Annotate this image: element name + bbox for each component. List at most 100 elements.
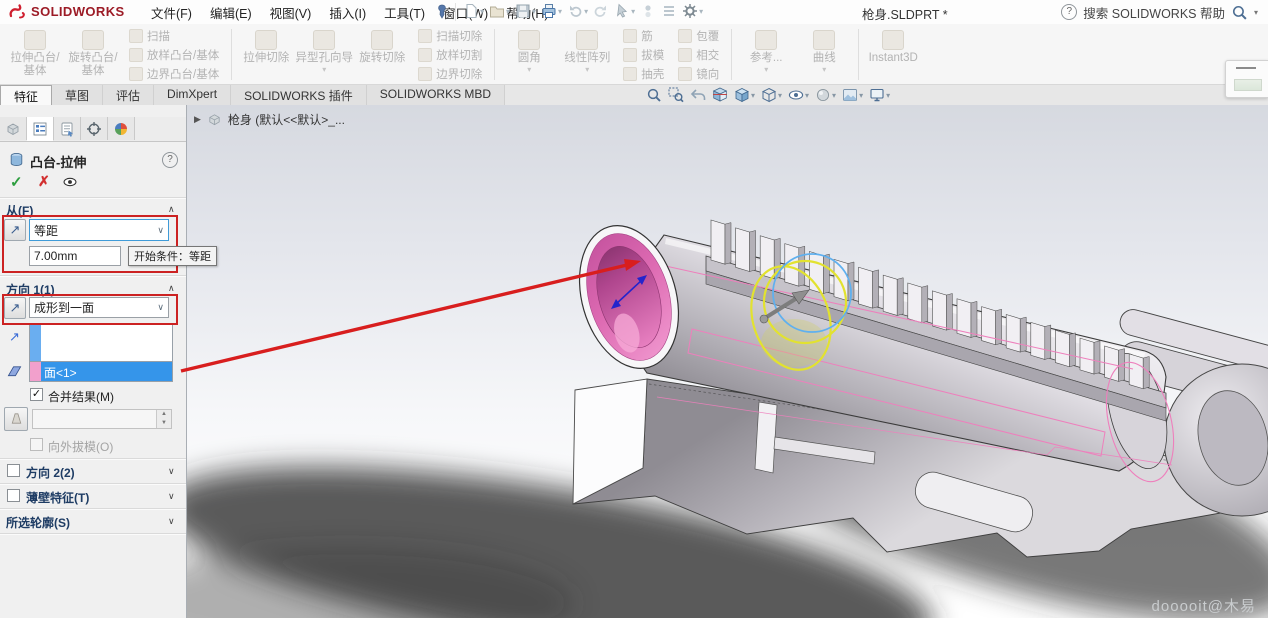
draft-button[interactable] xyxy=(4,407,28,431)
boundary-cut-button[interactable]: 边界切除 xyxy=(418,66,482,82)
options-button[interactable]: ▾ xyxy=(681,2,704,20)
tab-特征[interactable]: 特征 xyxy=(0,85,52,105)
ok-button[interactable]: ✓ xyxy=(10,173,23,191)
rib-button[interactable]: 筋 xyxy=(623,28,664,44)
merge-result-checkbox[interactable]: ✓ xyxy=(30,388,43,401)
dropdown-caret-icon[interactable]: ▾ xyxy=(532,7,536,16)
direction2-checkbox[interactable] xyxy=(7,464,20,477)
boundary-boss-button[interactable]: 边界凸台/基体 xyxy=(129,66,219,82)
dropdown-caret-icon[interactable]: ▾ xyxy=(822,66,826,73)
mirror-button[interactable]: 镜向 xyxy=(678,66,719,82)
direction-reference-box[interactable] xyxy=(29,324,173,362)
fillet-button[interactable]: 圆角▾ xyxy=(500,26,558,83)
tab-SOLIDWORKS MBD[interactable]: SOLIDWORKS MBD xyxy=(367,85,505,105)
dropdown-caret-icon[interactable]: ▾ xyxy=(699,7,703,16)
start-condition-dropdown[interactable]: 等距 ∨ xyxy=(29,219,169,241)
model-canvas[interactable] xyxy=(187,105,1268,618)
dropdown-caret-icon[interactable]: ▾ xyxy=(506,7,510,16)
spinner-arrows[interactable]: ▲▼ xyxy=(156,410,171,428)
tree-item-label[interactable]: 枪身 (默认<<默认>_... xyxy=(228,111,345,128)
direction1-section-header[interactable]: 方向 1(1) xyxy=(6,281,55,298)
pin-icon[interactable] xyxy=(435,4,449,24)
search-label[interactable]: 搜索 SOLIDWORKS 帮助 xyxy=(1083,3,1225,22)
dropdown-caret-icon[interactable]: ▾ xyxy=(764,66,768,73)
from-collapse-icon[interactable]: ∧ xyxy=(168,204,175,215)
tree-expand-icon[interactable]: ▶ xyxy=(194,114,201,125)
preview-eye-icon[interactable] xyxy=(62,175,78,194)
tab-评估[interactable]: 评估 xyxy=(103,85,154,105)
shell-button[interactable]: 抽壳 xyxy=(623,66,664,82)
menu-插入I[interactable]: 插入(I) xyxy=(320,3,375,22)
thin-feature-expand-icon[interactable]: ∨ xyxy=(168,491,175,502)
edit-appearance-button[interactable]: ▾ xyxy=(814,87,837,103)
selected-contours-section-header[interactable]: 所选轮廓(S) xyxy=(6,514,70,531)
cancel-button[interactable]: ✗ xyxy=(38,173,50,190)
extruded-cut-button[interactable]: 拉伸切除 xyxy=(237,26,295,83)
revolved-boss-button[interactable]: 旋转凸台/基体 xyxy=(64,26,122,83)
menu-视图V[interactable]: 视图(V) xyxy=(261,3,321,22)
search-icon[interactable] xyxy=(1231,4,1248,21)
redo-button[interactable] xyxy=(592,2,610,20)
previous-view-button[interactable] xyxy=(689,87,707,103)
tab-草图[interactable]: 草图 xyxy=(52,85,103,105)
menu-编辑E[interactable]: 编辑(E) xyxy=(201,3,261,22)
draft-button[interactable]: 拔模 xyxy=(623,47,664,63)
section-view-button[interactable] xyxy=(711,87,729,103)
minimize-icon[interactable] xyxy=(1236,67,1256,69)
search-caret-icon[interactable]: ▾ xyxy=(1254,8,1258,17)
hole-wizard-button[interactable]: 异型孔向导▾ xyxy=(295,26,353,83)
direction2-section-header[interactable]: 方向 2(2) xyxy=(26,464,75,481)
dimxpertmanager-tab[interactable] xyxy=(81,117,108,140)
graphics-viewport[interactable]: ▶ 枪身 (默认<<默认>_... dooooit@木易 xyxy=(187,105,1268,618)
pm-help-icon[interactable]: ? xyxy=(162,152,178,168)
zoom-area-button[interactable] xyxy=(667,87,685,103)
curves-button[interactable]: 曲线▾ xyxy=(795,26,853,83)
rebuild-button[interactable] xyxy=(639,2,657,20)
file-properties-button[interactable] xyxy=(660,2,678,20)
displaymanager-tab[interactable] xyxy=(108,117,135,140)
display-style-button[interactable]: ▾ xyxy=(760,87,783,103)
hide-show-items-button[interactable]: ▾ xyxy=(787,87,810,103)
dropdown-caret-icon[interactable]: ▾ xyxy=(480,7,484,16)
menu-工具T[interactable]: 工具(T) xyxy=(375,3,434,22)
print-button[interactable]: ▾ xyxy=(540,2,563,20)
propertymanager-tab[interactable] xyxy=(27,117,54,141)
selected-contours-expand-icon[interactable]: ∨ xyxy=(168,516,175,527)
help-search[interactable]: ? 搜索 SOLIDWORKS 帮助 ▾ xyxy=(1057,2,1262,22)
view-orientation-button[interactable]: ▾ xyxy=(733,87,756,103)
zoom-fit-button[interactable] xyxy=(645,87,663,103)
task-pane-stub[interactable] xyxy=(1225,60,1268,98)
dropdown-caret-icon[interactable]: ▾ xyxy=(584,7,588,16)
from-reverse-direction-button[interactable]: ↗ xyxy=(4,219,26,241)
intersect-button[interactable]: 相交 xyxy=(678,47,719,63)
new-file-button[interactable]: ▾ xyxy=(462,2,485,20)
flyout-feature-tree[interactable]: ▶ 枪身 (默认<<默认>_... xyxy=(194,111,345,128)
draft-outward-checkbox[interactable] xyxy=(30,438,43,451)
instant3d-button[interactable]: Instant3D xyxy=(864,26,922,83)
extruded-boss-button[interactable]: 拉伸凸台/基体 xyxy=(6,26,64,83)
open-file-button[interactable]: ▾ xyxy=(488,2,511,20)
swept-boss-button[interactable]: 扫描 xyxy=(129,28,219,44)
dropdown-caret-icon[interactable]: ▾ xyxy=(558,7,562,16)
configurationmanager-tab[interactable] xyxy=(54,117,81,140)
face-selection-box[interactable]: 面<1> xyxy=(29,361,173,382)
undo-button[interactable]: ▾ xyxy=(566,2,589,20)
direction1-reverse-button[interactable]: ↗ xyxy=(4,297,26,319)
dropdown-caret-icon[interactable]: ▾ xyxy=(886,91,890,100)
end-condition-dropdown[interactable]: 成形到一面 ∨ xyxy=(29,297,169,318)
thin-feature-section-header[interactable]: 薄壁特征(T) xyxy=(26,489,89,506)
view-settings-button[interactable]: ▾ xyxy=(868,87,891,103)
dropdown-caret-icon[interactable]: ▾ xyxy=(631,7,635,16)
featuremanager-tab[interactable] xyxy=(0,117,27,140)
select-button[interactable]: ▾ xyxy=(613,2,636,20)
tab-SOLIDWORKS 插件[interactable]: SOLIDWORKS 插件 xyxy=(231,85,367,105)
direction2-expand-icon[interactable]: ∨ xyxy=(168,466,175,477)
reference-geometry-button[interactable]: 参考...▾ xyxy=(737,26,795,83)
dropdown-caret-icon[interactable]: ▾ xyxy=(805,91,809,100)
apply-scene-button[interactable]: ▾ xyxy=(841,87,864,103)
from-section-header[interactable]: 从(F) xyxy=(6,202,33,219)
direction1-collapse-icon[interactable]: ∧ xyxy=(168,283,175,294)
tab-DimXpert[interactable]: DimXpert xyxy=(154,85,231,105)
swept-cut-button[interactable]: 扫描切除 xyxy=(418,28,482,44)
offset-distance-input[interactable]: 7.00mm xyxy=(29,246,121,266)
